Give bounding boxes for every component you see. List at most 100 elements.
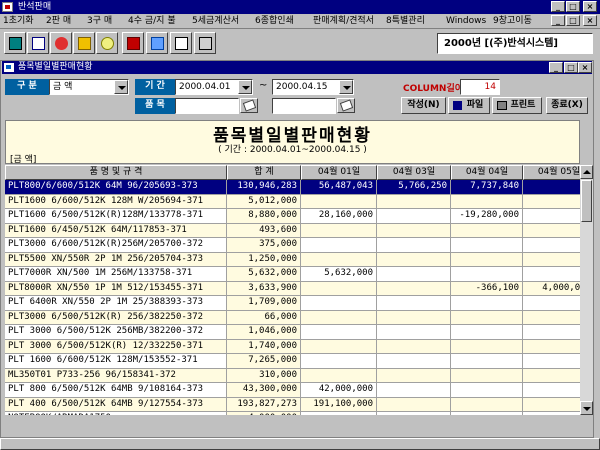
amount-cell[interactable]: [523, 238, 580, 253]
amount-cell[interactable]: [523, 180, 580, 195]
amount-cell[interactable]: [377, 252, 451, 267]
menu-purchase[interactable]: 3구 매: [87, 15, 112, 28]
item-name-cell[interactable]: PLT8000R XN/550 1P 1M 512/153455-371: [5, 281, 227, 296]
amount-cell[interactable]: 66,000: [227, 310, 301, 325]
item-to-field[interactable]: [272, 98, 336, 114]
report-close-button[interactable]: ×: [578, 62, 592, 73]
amount-cell[interactable]: [451, 310, 523, 325]
amount-cell[interactable]: [451, 296, 523, 311]
toolbar-search-button[interactable]: [96, 32, 118, 54]
sales-grid[interactable]: 품 명 및 규 격 합 계 04월 01일 04월 03일 04월 04일 04…: [5, 165, 580, 415]
amount-cell[interactable]: [523, 310, 580, 325]
item-name-cell[interactable]: PLT7000R XN/500 1M 256M/133758-371: [5, 267, 227, 282]
item-name-cell[interactable]: PLT1600 6/500/512K(R)128M/133778-371: [5, 209, 227, 224]
child-minimize-button[interactable]: _: [551, 15, 565, 26]
amount-cell[interactable]: 5,632,000: [227, 267, 301, 282]
amount-cell[interactable]: [377, 209, 451, 224]
toolbar-pencil-button[interactable]: [73, 32, 95, 54]
amount-cell[interactable]: 1,046,000: [227, 325, 301, 340]
amount-cell[interactable]: [301, 281, 377, 296]
item-to-clear-button[interactable]: [337, 98, 355, 113]
amount-cell[interactable]: 42,000,000: [301, 383, 377, 398]
report-minimize-button[interactable]: _: [549, 62, 563, 73]
item-name-cell[interactable]: PLT 800 6/500/512K 64MB 9/108164-373: [5, 383, 227, 398]
amount-cell[interactable]: -19,280,000: [451, 209, 523, 224]
menu-warehouse[interactable]: 9창고이동: [493, 15, 532, 28]
amount-cell[interactable]: [377, 238, 451, 253]
amount-cell[interactable]: 7,737,840: [451, 180, 523, 195]
amount-cell[interactable]: [301, 325, 377, 340]
item-name-cell[interactable]: PLT 1600 6/600/512K 128M/153552-371: [5, 354, 227, 369]
column-length-input[interactable]: 14: [460, 79, 500, 95]
amount-cell[interactable]: 1,250,000: [227, 252, 301, 267]
amount-cell[interactable]: [451, 223, 523, 238]
report-window-icon[interactable]: [4, 63, 14, 72]
amount-cell[interactable]: [451, 194, 523, 209]
amount-cell[interactable]: 28,160,000: [301, 209, 377, 224]
toolbar-globe-button[interactable]: [50, 32, 72, 54]
table-row[interactable]: PLT 3000 6/500/512K(R) 12/332250-371 1,74…: [5, 339, 580, 354]
amount-cell[interactable]: 5,766,250: [377, 180, 451, 195]
amount-cell[interactable]: [301, 339, 377, 354]
amount-cell[interactable]: [377, 310, 451, 325]
amount-cell[interactable]: [301, 296, 377, 311]
amount-cell[interactable]: 8,880,000: [227, 209, 301, 224]
amount-cell[interactable]: 56,487,043: [301, 180, 377, 195]
child-close-button[interactable]: ×: [583, 15, 597, 26]
period-from-dropdown[interactable]: [238, 80, 252, 94]
print-button[interactable]: 프린트: [492, 97, 542, 114]
close-button[interactable]: ×: [583, 1, 597, 12]
menu-print[interactable]: 6종합인쇄: [255, 15, 294, 28]
amount-cell[interactable]: [523, 368, 580, 383]
table-row[interactable]: ML350T01 P733-256 96/158341-372 310,000: [5, 368, 580, 383]
toolbar-printer-button[interactable]: [194, 32, 216, 54]
amount-cell[interactable]: [377, 223, 451, 238]
amount-cell[interactable]: 7,265,000: [227, 354, 301, 369]
amount-cell[interactable]: [523, 194, 580, 209]
amount-cell[interactable]: [523, 267, 580, 282]
amount-cell[interactable]: [377, 281, 451, 296]
table-row[interactable]: PLT5500 XN/550R 2P 1M 256/205704-373 1,25…: [5, 252, 580, 267]
col-header-item[interactable]: 품 명 및 규 격: [5, 165, 227, 180]
menu-sales-plan[interactable]: 판매계획/견적서: [313, 15, 374, 28]
create-button[interactable]: 작성(N): [401, 97, 446, 114]
vertical-scroll-thumb[interactable]: [581, 180, 592, 222]
item-name-cell[interactable]: PLT1600 6/600/512K 128M W/205694-371: [5, 194, 227, 209]
amount-cell[interactable]: [377, 296, 451, 311]
amount-cell[interactable]: [377, 267, 451, 282]
table-row[interactable]: PLT1600 6/600/512K 128M W/205694-371 5,01…: [5, 194, 580, 209]
amount-cell[interactable]: [523, 209, 580, 224]
amount-cell[interactable]: [523, 325, 580, 340]
toolbar-tree-button[interactable]: [27, 32, 49, 54]
amount-cell[interactable]: [451, 368, 523, 383]
amount-cell[interactable]: [523, 252, 580, 267]
amount-cell[interactable]: 5,632,000: [301, 267, 377, 282]
table-row[interactable]: PLT1600 6/500/512K(R)128M/133778-371 8,88…: [5, 209, 580, 224]
amount-cell[interactable]: 1,709,000: [227, 296, 301, 311]
file-button[interactable]: 파일: [448, 97, 490, 114]
toolbar-grid-button[interactable]: [122, 32, 144, 54]
col-header-total[interactable]: 합 계: [227, 165, 301, 180]
amount-cell[interactable]: [301, 238, 377, 253]
amount-cell[interactable]: [301, 310, 377, 325]
division-dropdown-button[interactable]: [114, 80, 128, 94]
table-row[interactable]: PLT 800 6/500/512K 64MB 9/108164-373 43,3…: [5, 383, 580, 398]
table-row[interactable]: PLT 400 6/500/512K 64MB 9/127554-373 193,…: [5, 397, 580, 412]
table-row[interactable]: PLT 1600 6/600/512K 128M/153552-371 7,265…: [5, 354, 580, 369]
amount-cell[interactable]: [523, 339, 580, 354]
amount-cell[interactable]: [377, 397, 451, 412]
amount-cell[interactable]: [301, 223, 377, 238]
amount-cell[interactable]: [301, 354, 377, 369]
scroll-down-button[interactable]: [580, 401, 593, 415]
item-from-field[interactable]: [175, 98, 239, 114]
item-name-cell[interactable]: PLT 400 6/500/512K 64MB 9/127554-373: [5, 397, 227, 412]
amount-cell[interactable]: [377, 354, 451, 369]
amount-cell[interactable]: [301, 368, 377, 383]
amount-cell[interactable]: -366,100: [451, 281, 523, 296]
amount-cell[interactable]: [451, 252, 523, 267]
menu-receipt-payment[interactable]: 4수 금/지 불: [128, 15, 176, 28]
col-header-day-05[interactable]: 04월 05일: [523, 165, 580, 180]
menu-tax-invoice[interactable]: 5세금계산서: [192, 15, 239, 28]
scroll-up-button[interactable]: [580, 165, 593, 179]
table-row[interactable]: PLT800/6/600/512K 64M 96/205693-373 130,9…: [5, 180, 580, 195]
